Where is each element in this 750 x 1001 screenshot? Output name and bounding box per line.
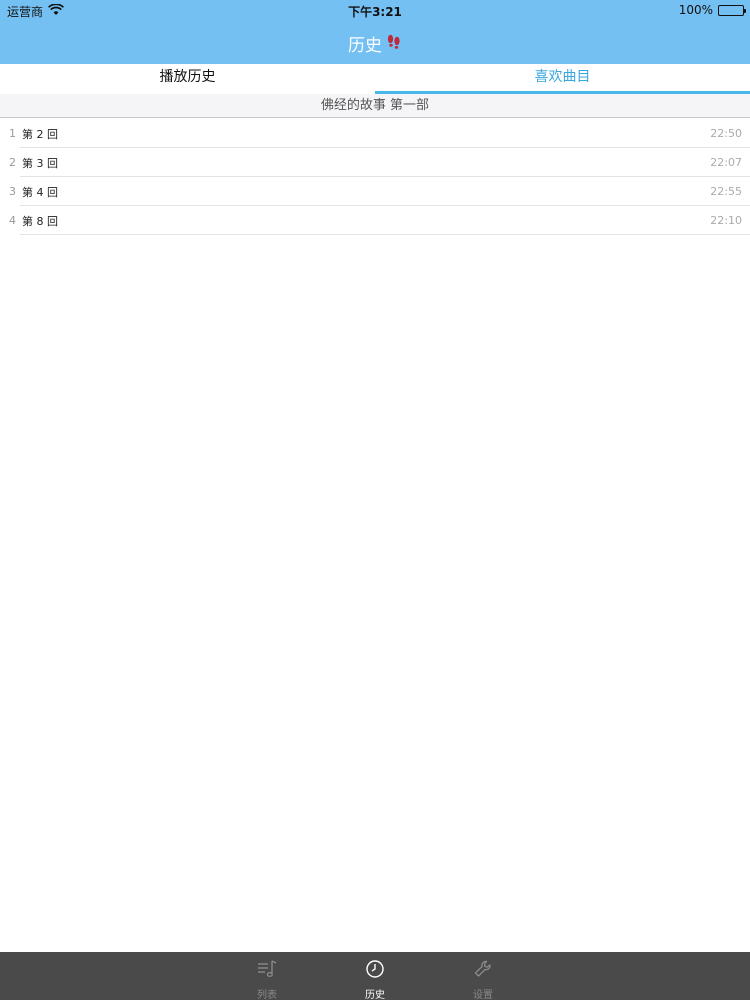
battery-icon xyxy=(718,4,746,16)
row-title: 第 2 回 xyxy=(22,127,58,141)
list-item[interactable]: 2 第 3 回 22:07 xyxy=(0,148,750,177)
tabbar-label: 设置 xyxy=(473,990,493,1001)
segment-tabs: 播放历史 喜欢曲目 xyxy=(0,64,750,94)
list-item[interactable]: 3 第 4 回 22:55 xyxy=(0,177,750,206)
navigation-header: 运营商 下午3:21 100% 历史 xyxy=(0,0,750,64)
row-index: 1 xyxy=(9,127,16,140)
footprints-icon xyxy=(386,32,402,55)
status-right: 100% xyxy=(678,3,746,17)
tabbar-label: 列表 xyxy=(257,990,277,1001)
tabbar-label: 历史 xyxy=(365,990,385,1001)
row-time: 22:07 xyxy=(710,156,742,169)
status-bar: 运营商 下午3:21 100% xyxy=(0,0,750,20)
row-index: 2 xyxy=(9,156,16,169)
status-time: 下午3:21 xyxy=(348,5,402,19)
music-list-icon xyxy=(256,958,278,986)
list-item[interactable]: 1 第 2 回 22:50 xyxy=(0,119,750,148)
row-title: 第 8 回 xyxy=(22,214,58,228)
row-title: 第 3 回 xyxy=(22,156,58,170)
page-title: 历史 xyxy=(0,31,750,56)
row-title: 第 4 回 xyxy=(22,185,58,199)
wrench-icon xyxy=(472,958,494,986)
tabbar-item-settings[interactable]: 设置 xyxy=(429,952,537,1001)
row-time: 22:55 xyxy=(710,185,742,198)
tabbar-item-history[interactable]: 历史 xyxy=(321,952,429,1001)
list-item[interactable]: 4 第 8 回 22:10 xyxy=(0,206,750,235)
row-index: 3 xyxy=(9,185,16,198)
page-title-text: 历史 xyxy=(348,36,382,56)
section-header: 佛经的故事 第一部 xyxy=(0,94,750,118)
tabbar-item-list[interactable]: 列表 xyxy=(213,952,321,1001)
battery-percent: 100% xyxy=(678,3,713,17)
row-time: 22:10 xyxy=(710,214,742,227)
bottom-tab-bar: 列表 历史 设置 xyxy=(0,952,750,1001)
tab-play-history[interactable]: 播放历史 xyxy=(0,64,375,94)
tab-favorite-tracks[interactable]: 喜欢曲目 xyxy=(375,64,750,94)
row-index: 4 xyxy=(9,214,16,227)
history-list: 1 第 2 回 22:50 2 第 3 回 22:07 3 第 4 回 22:5… xyxy=(0,119,750,235)
clock-icon xyxy=(364,958,386,986)
row-time: 22:50 xyxy=(710,127,742,140)
